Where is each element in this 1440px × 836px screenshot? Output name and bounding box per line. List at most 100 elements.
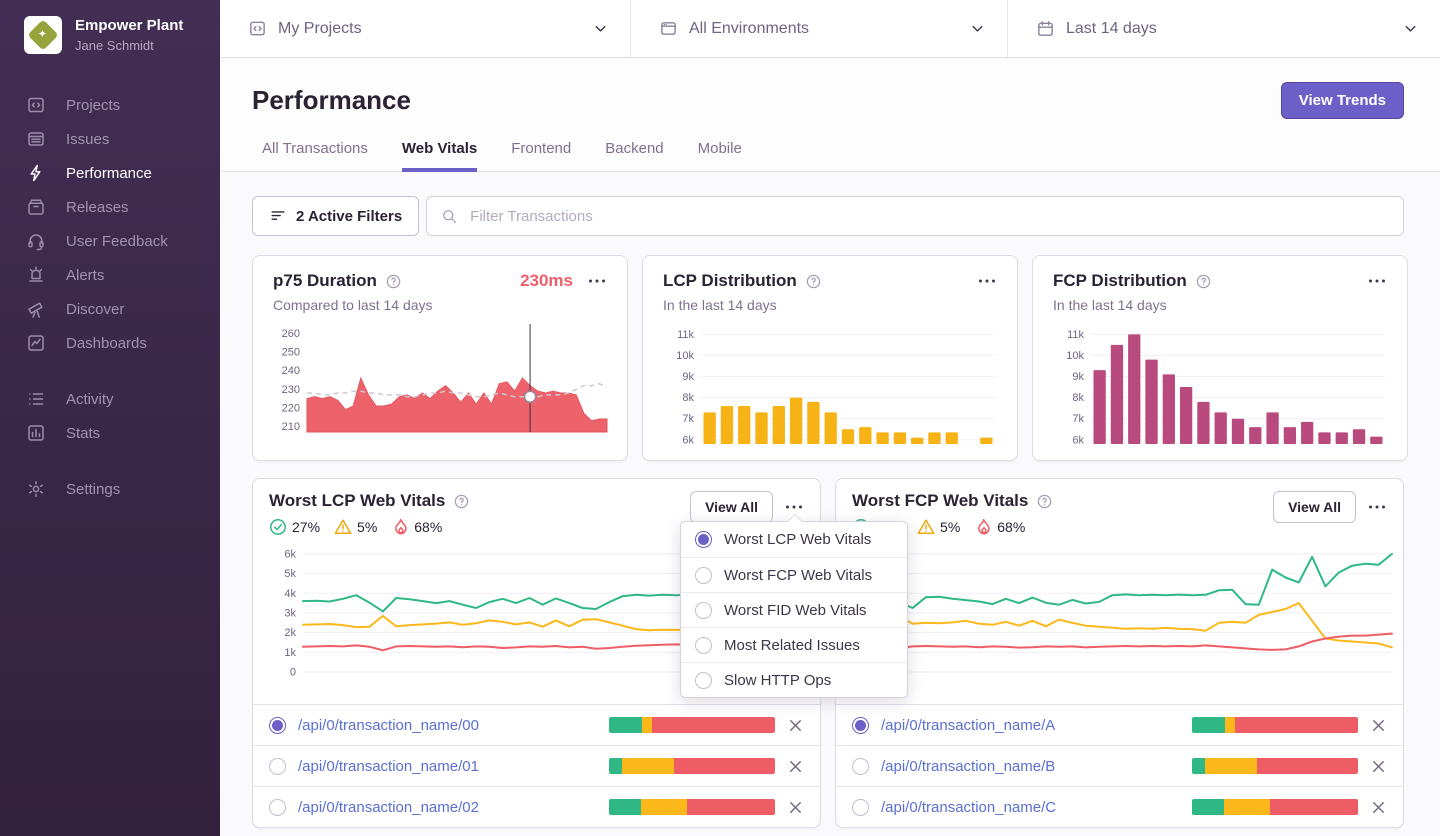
summary-cards-row: p75 Duration 230ms Compared to last 14 d… — [252, 255, 1404, 461]
card-menu-button[interactable] — [1367, 498, 1387, 516]
svg-text:6k: 6k — [1072, 434, 1084, 446]
good-segment — [609, 799, 641, 815]
poor-badge: 68% — [974, 518, 1025, 536]
issues-icon — [26, 129, 46, 149]
help-icon[interactable] — [385, 273, 402, 290]
sidebar-item-settings[interactable]: Settings — [0, 472, 220, 506]
dropdown-item-label: Most Related Issues — [724, 637, 860, 654]
dropdown-radio[interactable] — [695, 672, 712, 689]
close-icon[interactable] — [787, 717, 804, 734]
org-logo-diamond-icon: ✦ — [27, 19, 58, 50]
close-icon[interactable] — [787, 799, 804, 816]
close-icon[interactable] — [1370, 758, 1387, 775]
svg-text:7k: 7k — [1072, 413, 1084, 425]
svg-text:2k: 2k — [284, 627, 296, 639]
view-all-button[interactable]: View All — [690, 491, 773, 523]
tab-backend[interactable]: Backend — [605, 140, 663, 172]
dropdown-radio[interactable] — [695, 602, 712, 619]
help-icon[interactable] — [1036, 493, 1053, 510]
close-icon[interactable] — [1370, 717, 1387, 734]
view-trends-button[interactable]: View Trends — [1281, 82, 1404, 119]
project-selector[interactable]: My Projects — [220, 0, 630, 57]
sidebar-item-releases[interactable]: Releases — [0, 190, 220, 224]
sidebar-item-user-feedback[interactable]: User Feedback — [0, 224, 220, 258]
meh-segment — [641, 799, 687, 815]
sidebar-item-dashboards[interactable]: Dashboards — [0, 326, 220, 360]
warning-triangle-icon — [917, 518, 935, 536]
org-name: Empower Plant — [75, 17, 183, 35]
sidebar-item-discover[interactable]: Discover — [0, 292, 220, 326]
date-range-selector[interactable]: Last 14 days — [1008, 0, 1440, 57]
dropdown-radio[interactable] — [695, 637, 712, 654]
sidebar-item-label: Performance — [66, 165, 152, 182]
chart-canvas: 11k10k9k8k7k6k — [1053, 320, 1389, 454]
good-segment — [1192, 799, 1224, 815]
card-menu-button[interactable] — [1367, 272, 1387, 290]
transaction-row: /api/0/transaction_name/A — [836, 704, 1403, 745]
meh-badge: 5% — [917, 518, 960, 536]
transaction-radio[interactable] — [269, 799, 286, 816]
card-title: LCP Distribution — [663, 271, 797, 291]
close-icon[interactable] — [787, 758, 804, 775]
org-switcher[interactable]: ✦ Empower Plant Jane Schmidt — [0, 16, 220, 54]
transaction-radio[interactable] — [269, 717, 286, 734]
dropdown-item-worst-lcp-web-vitals[interactable]: Worst LCP Web Vitals — [681, 522, 907, 557]
tab-mobile[interactable]: Mobile — [698, 140, 742, 172]
transaction-link[interactable]: /api/0/transaction_name/C — [881, 799, 1180, 816]
sidebar-item-projects[interactable]: Projects — [0, 88, 220, 122]
transaction-radio[interactable] — [852, 799, 869, 816]
tab-all-transactions[interactable]: All Transactions — [262, 140, 368, 172]
dropdown-item-most-related-issues[interactable]: Most Related Issues — [681, 627, 907, 662]
page-header: Performance View Trends All Transactions… — [220, 58, 1440, 172]
lcp-distribution-chart: 11k10k9k8k7k6k — [663, 320, 997, 454]
active-filters-button[interactable]: 2 Active Filters — [252, 196, 419, 236]
dropdown-item-slow-http-ops[interactable]: Slow HTTP Ops — [681, 662, 907, 697]
transaction-radio[interactable] — [269, 758, 286, 775]
help-icon[interactable] — [1195, 273, 1212, 290]
meh-badge: 5% — [334, 518, 377, 536]
sidebar-nav: ProjectsIssues Performance ReleasesUser Fe… — [0, 88, 220, 506]
vitals-rows-right: /api/0/transaction_name/A/api/0/transact… — [836, 704, 1403, 827]
view-all-button[interactable]: View All — [1273, 491, 1356, 523]
card-menu-button[interactable] — [977, 272, 997, 290]
card-subtitle: In the last 14 days — [663, 297, 997, 313]
transaction-link[interactable]: /api/0/transaction_name/A — [881, 717, 1180, 734]
sidebar-item-performance[interactable]: Performance — [0, 156, 220, 190]
search-icon — [441, 208, 458, 225]
sidebar-item-stats[interactable]: Stats — [0, 416, 220, 450]
dropdown-radio[interactable] — [695, 567, 712, 584]
sidebar-item-alerts[interactable]: Alerts — [0, 258, 220, 292]
p75-duration-card: p75 Duration 230ms Compared to last 14 d… — [252, 255, 628, 461]
close-icon[interactable] — [1370, 799, 1387, 816]
transaction-link[interactable]: /api/0/transaction_name/00 — [298, 717, 597, 734]
projects-icon — [26, 95, 46, 115]
help-icon[interactable] — [805, 273, 822, 290]
tab-web-vitals[interactable]: Web Vitals — [402, 140, 477, 172]
sidebar-item-activity[interactable]: Activity — [0, 382, 220, 416]
poor-segment — [1235, 717, 1358, 733]
global-filter-bar: My Projects All Environments Last 14 day… — [220, 0, 1440, 58]
org-logo: ✦ — [24, 16, 62, 54]
page-title: Performance — [252, 85, 411, 116]
dropdown-radio[interactable] — [695, 531, 712, 548]
help-icon[interactable] — [453, 493, 470, 510]
transaction-search-input[interactable] — [468, 207, 1389, 226]
card-menu-button[interactable] — [587, 272, 607, 290]
transaction-radio[interactable] — [852, 758, 869, 775]
transaction-link[interactable]: /api/0/transaction_name/02 — [298, 799, 597, 816]
chevron-down-icon — [1401, 19, 1420, 38]
good-badge: 27% — [269, 518, 320, 536]
transaction-link[interactable]: /api/0/transaction_name/B — [881, 758, 1180, 775]
transaction-row: /api/0/transaction_name/00 — [253, 704, 820, 745]
svg-text:6k: 6k — [284, 548, 296, 560]
tab-frontend[interactable]: Frontend — [511, 140, 571, 172]
sidebar-item-issues[interactable]: Issues — [0, 122, 220, 156]
transaction-radio[interactable] — [852, 717, 869, 734]
dropdown-item-worst-fid-web-vitals[interactable]: Worst FID Web Vitals — [681, 592, 907, 627]
card-title: Worst LCP Web Vitals — [269, 491, 445, 511]
svg-text:4k: 4k — [284, 588, 296, 600]
transaction-link[interactable]: /api/0/transaction_name/01 — [298, 758, 597, 775]
environment-selector[interactable]: All Environments — [630, 0, 1008, 57]
dropdown-item-worst-fcp-web-vitals[interactable]: Worst FCP Web Vitals — [681, 557, 907, 592]
fire-icon — [974, 518, 992, 536]
